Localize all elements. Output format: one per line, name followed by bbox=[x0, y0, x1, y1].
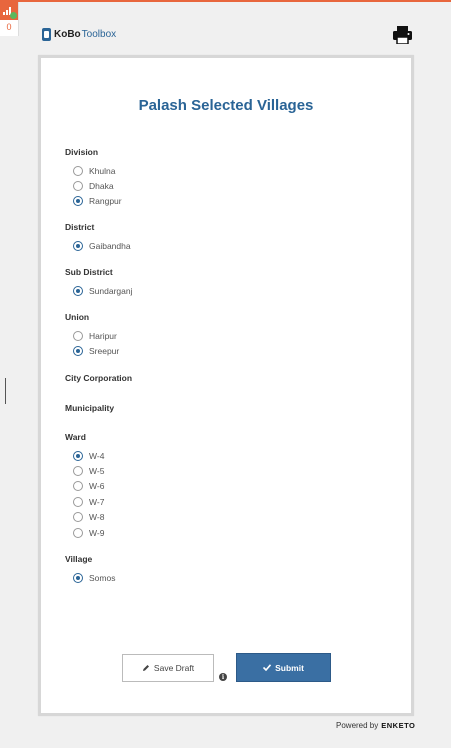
print-icon[interactable] bbox=[393, 26, 412, 44]
radio-option-w8[interactable]: W-8 bbox=[73, 511, 104, 523]
option-label: Sundarganj bbox=[89, 286, 133, 296]
option-label: Khulna bbox=[89, 166, 116, 176]
radio-option-w5[interactable]: W-5 bbox=[73, 465, 104, 477]
form-title: Palash Selected Villages bbox=[138, 97, 314, 114]
radio-option-w6[interactable]: W-6 bbox=[73, 480, 104, 492]
option-label: W-6 bbox=[89, 481, 105, 491]
radio-button-checked[interactable] bbox=[73, 451, 83, 461]
radio-option-sreepur[interactable]: Sreepur bbox=[73, 345, 119, 357]
enketo-logo[interactable]: ENKETO bbox=[381, 721, 415, 730]
option-label: W-4 bbox=[89, 451, 105, 461]
question-label-village: Village bbox=[65, 554, 93, 564]
save-draft-label: Save Draft bbox=[153, 663, 195, 673]
radio-button[interactable] bbox=[73, 166, 83, 176]
radio-button[interactable] bbox=[73, 497, 83, 507]
offline-status-icon bbox=[0, 2, 18, 20]
radio-button[interactable] bbox=[73, 331, 83, 341]
checkmark-icon bbox=[263, 664, 272, 671]
question-label-district: District bbox=[65, 222, 95, 232]
radio-button[interactable] bbox=[73, 528, 83, 538]
option-label: W-8 bbox=[89, 512, 105, 522]
radio-button-checked[interactable] bbox=[73, 196, 83, 206]
save-draft-button[interactable]: Save Draft bbox=[122, 654, 214, 682]
radio-button-checked[interactable] bbox=[73, 573, 83, 583]
kobotoolbox-logo: KoBo Toolbox bbox=[42, 27, 116, 42]
radio-option-w7[interactable]: W-7 bbox=[73, 496, 104, 508]
radio-option-sundarganj[interactable]: Sundarganj bbox=[73, 285, 132, 297]
radio-option-rangpur[interactable]: Rangpur bbox=[73, 195, 122, 207]
side-handle bbox=[5, 378, 6, 404]
question-label-division: Division bbox=[65, 147, 99, 157]
radio-button-checked[interactable] bbox=[73, 241, 83, 251]
info-icon[interactable]: i bbox=[219, 673, 227, 681]
radio-option-khulna[interactable]: Khulna bbox=[73, 165, 115, 177]
powered-by-text: Powered by bbox=[336, 721, 379, 730]
kobo-logo-icon bbox=[42, 28, 51, 41]
option-label: Gaibandha bbox=[89, 241, 131, 251]
question-label-municipality: Municipality bbox=[65, 403, 115, 413]
option-label: Rangpur bbox=[89, 196, 122, 206]
option-label: Haripur bbox=[89, 331, 117, 341]
question-label-union: Union bbox=[65, 312, 90, 322]
option-label: W-5 bbox=[89, 466, 105, 476]
pencil-icon bbox=[142, 665, 149, 671]
question-label-city-corporation: City Corporation bbox=[65, 373, 133, 383]
radio-button-checked[interactable] bbox=[73, 286, 83, 296]
radio-option-w9[interactable]: W-9 bbox=[73, 527, 104, 539]
radio-option-haripur[interactable]: Haripur bbox=[73, 330, 117, 342]
option-label: Somos bbox=[89, 573, 116, 583]
logo-suffix-text: Toolbox bbox=[81, 29, 117, 40]
queued-count: 0 bbox=[6, 22, 12, 32]
top-accent-bar bbox=[0, 0, 451, 2]
question-label-ward: Ward bbox=[65, 432, 86, 442]
radio-button[interactable] bbox=[73, 466, 83, 476]
radio-button[interactable] bbox=[73, 481, 83, 491]
submit-button[interactable]: Submit bbox=[236, 653, 331, 682]
radio-button[interactable] bbox=[73, 512, 83, 522]
radio-button-checked[interactable] bbox=[73, 346, 83, 356]
radio-button[interactable] bbox=[73, 181, 83, 191]
form-container: Palash Selected Villages Division Khulna… bbox=[38, 55, 414, 716]
option-label: W-7 bbox=[89, 497, 105, 507]
question-label-sub-district: Sub District bbox=[65, 267, 113, 277]
logo-brand-text: KoBo bbox=[54, 29, 81, 40]
option-label: Sreepur bbox=[89, 346, 120, 356]
radio-option-w4[interactable]: W-4 bbox=[73, 450, 104, 462]
option-label: W-9 bbox=[89, 528, 105, 538]
submit-label: Submit bbox=[275, 662, 304, 673]
radio-option-gaibandha[interactable]: Gaibandha bbox=[73, 240, 131, 252]
offline-queue-widget[interactable]: 0 bbox=[0, 2, 19, 36]
option-label: Dhaka bbox=[89, 181, 114, 191]
radio-option-dhaka[interactable]: Dhaka bbox=[73, 180, 114, 192]
powered-by-footer: Powered by ENKETO bbox=[336, 721, 415, 730]
radio-option-somos[interactable]: Somos bbox=[73, 572, 115, 584]
